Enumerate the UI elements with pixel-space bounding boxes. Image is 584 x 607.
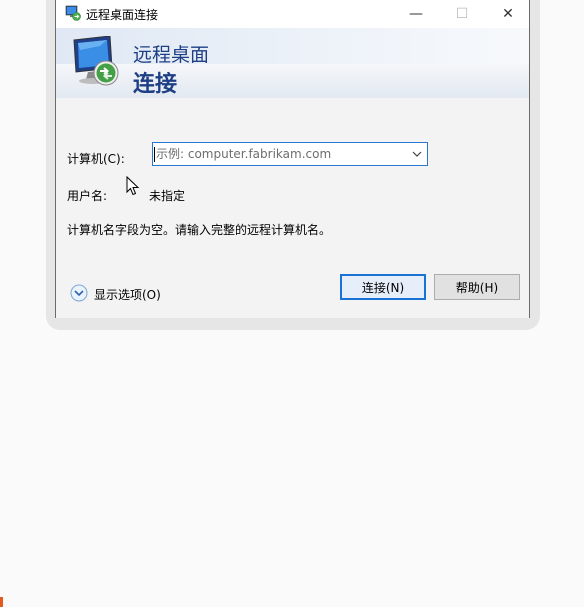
maximize-button: ☐: [439, 0, 485, 28]
minimize-icon: —: [409, 6, 423, 22]
computer-input[interactable]: [153, 143, 403, 165]
close-icon: ✕: [502, 6, 514, 22]
username-value: 未指定: [149, 189, 186, 203]
mouse-pointer-icon: [126, 176, 140, 196]
minimize-button[interactable]: —: [393, 0, 439, 28]
title-bar[interactable]: 远程桌面连接 — ☐ ✕: [56, 0, 529, 28]
edge-marker: [0, 597, 3, 607]
header-banner: 远程桌面 连接: [56, 28, 529, 99]
username-label: 用户名:: [67, 189, 108, 203]
close-button[interactable]: ✕: [485, 0, 531, 28]
banner-title-line2: 连接: [133, 72, 178, 97]
window-title: 远程桌面连接: [86, 8, 159, 22]
help-button[interactable]: 帮助(H): [434, 274, 520, 300]
banner-band: [56, 28, 529, 64]
dialog-body: 计算机(C): 用户名: 未指定 计算机名字段为空。请输入完整的远程计算机名。 …: [56, 98, 529, 318]
expand-options-icon[interactable]: [70, 284, 88, 302]
chevron-down-icon[interactable]: [411, 148, 423, 160]
banner-title-line1: 远程桌面: [133, 44, 210, 66]
remote-desktop-large-icon: [73, 36, 119, 86]
show-options-link[interactable]: 显示选项(O): [94, 286, 161, 303]
maximize-icon: ☐: [455, 6, 469, 22]
text-caret: [154, 147, 155, 162]
computer-combobox[interactable]: [152, 142, 428, 166]
remote-desktop-icon: [65, 5, 81, 21]
connect-button[interactable]: 连接(N): [340, 274, 426, 300]
status-message: 计算机名字段为空。请输入完整的远程计算机名。: [67, 223, 332, 237]
computer-label: 计算机(C):: [67, 152, 125, 166]
rdp-dialog: 远程桌面连接 — ☐ ✕ 远程桌面 连接 计算机(C): 示例: compute…: [55, 0, 530, 318]
